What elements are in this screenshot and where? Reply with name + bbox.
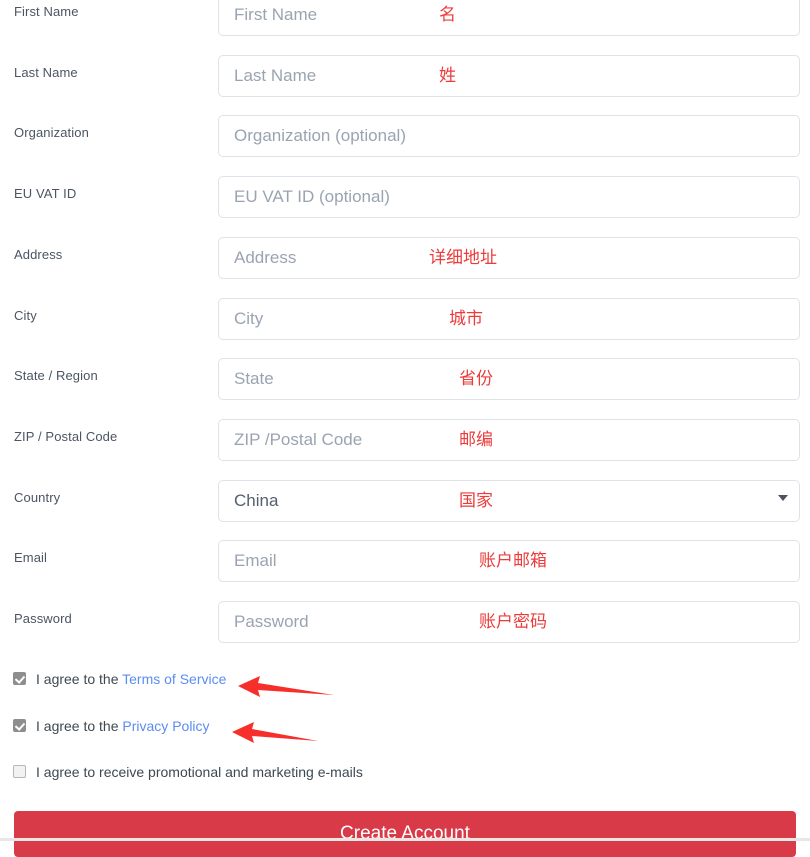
agreement-row-privacy-policy: I agree to the Privacy Policy [0,716,810,740]
label-password: Password [14,611,72,626]
input-zip-postal-code[interactable]: ZIP /Postal Code 邮编 [218,418,800,461]
placeholder-city: City [234,308,264,328]
annotation-address: 详细地址 [429,247,497,268]
placeholder-zip-postal-code: ZIP /Postal Code [234,429,363,449]
placeholder-first-name: First Name [234,5,318,24]
agreement-label-marketing-emails: I agree to receive promotional and marke… [36,762,363,782]
annotation-country: 国家 [459,490,493,511]
annotation-first-name: 名 [439,5,456,25]
agreement-row-terms-of-service: I agree to the Terms of Service [0,669,810,693]
placeholder-eu-vat-id: EU VAT ID (optional) [234,187,390,207]
agreement-prefix-marketing-emails: I agree to receive promotional and marke… [36,764,363,780]
checkbox-marketing-emails[interactable] [13,765,26,778]
form-row-password: Password Password 账户密码 [0,601,810,672]
input-organization[interactable]: Organization (optional) [218,115,800,158]
placeholder-organization: Organization (optional) [234,126,406,146]
annotation-state-region: 省份 [459,369,493,390]
label-eu-vat-id: EU VAT ID [14,186,77,202]
annotation-password: 账户密码 [479,612,547,632]
label-state-region: State / Region [14,368,98,384]
input-city[interactable]: City 城市 [218,297,800,340]
input-state-region[interactable]: State 省份 [218,358,800,401]
label-address: Address [14,246,63,262]
input-email[interactable]: Email 账户邮箱 [218,540,800,583]
value-country: China [234,490,279,510]
placeholder-password: Password [234,612,309,631]
placeholder-address: Address [234,247,297,267]
checkbox-privacy-policy[interactable] [13,719,26,732]
agreement-row-marketing-emails: I agree to receive promotional and marke… [0,762,810,786]
annotation-zip-postal-code: 邮编 [459,429,493,450]
placeholder-email: Email [234,551,277,571]
chevron-down-icon[interactable] [778,494,788,501]
arrow-left-icon-terms [238,676,334,697]
agreement-label-privacy-policy: I agree to the Privacy Policy [36,716,210,736]
label-last-name: Last Name [14,64,78,80]
input-eu-vat-id[interactable]: EU VAT ID (optional) [218,176,800,219]
annotation-last-name: 姓 [439,65,456,86]
arrow-left-icon-privacy [232,722,318,743]
agreement-prefix-privacy-policy: I agree to the [36,718,123,734]
annotation-email: 账户邮箱 [479,551,547,572]
link-privacy-policy[interactable]: Privacy Policy [122,718,209,734]
label-first-name: First Name [14,4,79,19]
label-city: City [14,307,37,323]
create-account-button[interactable]: Create Account [14,811,796,857]
placeholder-last-name: Last Name [234,65,317,85]
select-country[interactable]: China 国家 [218,479,800,522]
checkbox-terms-of-service[interactable] [13,672,26,685]
annotation-city: 城市 [449,308,483,329]
label-zip-postal-code: ZIP / Postal Code [14,428,118,444]
input-last-name[interactable]: Last Name 姓 [218,54,800,97]
input-first-name[interactable]: First Name 名 [218,0,800,36]
registration-form-page: First Name First Name 名 Last Name Last Name 姓… [0,0,810,857]
label-organization: Organization [14,125,89,141]
input-password[interactable]: Password 账户密码 [218,601,800,643]
input-address[interactable]: Address 详细地址 [218,236,800,279]
agreement-prefix-terms-of-service: I agree to the [36,671,123,687]
label-country: Country [14,489,61,505]
placeholder-state-region: State [234,369,274,389]
label-email: Email [14,550,48,566]
link-terms-of-service[interactable]: Terms of Service [122,671,226,687]
agreement-label-terms-of-service: I agree to the Terms of Service [36,669,226,689]
